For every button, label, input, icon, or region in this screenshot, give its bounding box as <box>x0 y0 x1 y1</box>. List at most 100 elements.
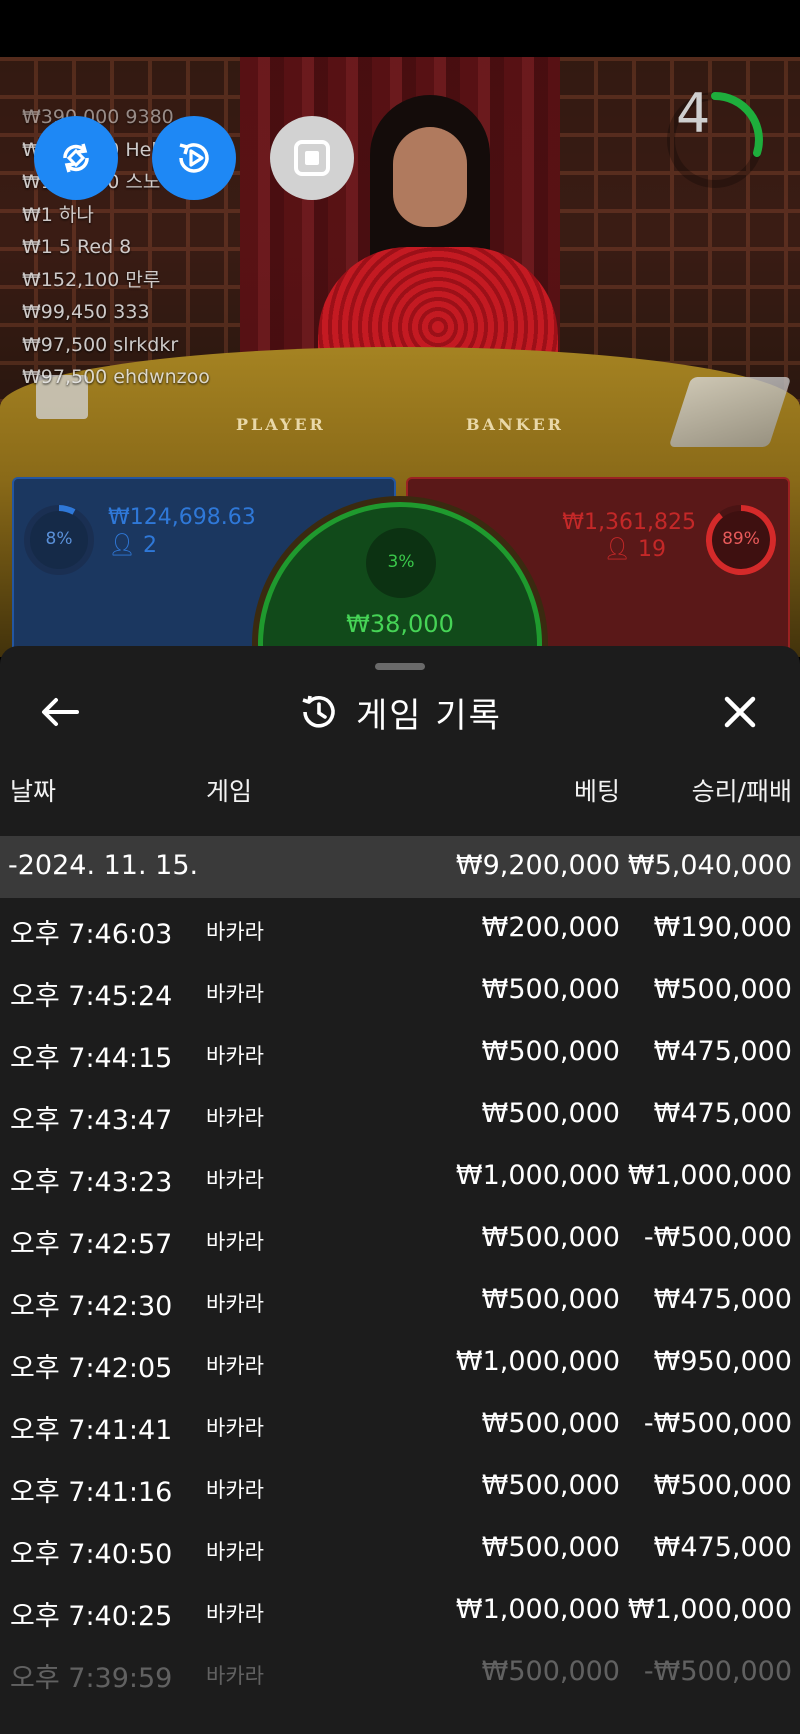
column-date: 날짜 <box>10 777 57 806</box>
history-row[interactable]: 오후 7:39:59 바카라 ₩500,000 -₩500,000 <box>0 1642 800 1704</box>
row-time: 오후 7:41:16 <box>10 1477 173 1508</box>
table-header: 날짜 게임 베팅 승리/패배 <box>0 772 800 812</box>
sheet-header: 게임 기록 <box>298 688 502 736</box>
banker-bettors: 👤︎ 19 <box>603 537 666 562</box>
row-bet: ₩500,000 <box>481 1222 620 1253</box>
tie-percent: 3% <box>387 552 415 572</box>
auto-rotate-button[interactable] <box>34 116 118 200</box>
row-time: 오후 7:45:24 <box>10 981 173 1012</box>
row-bet: ₩200,000 <box>481 912 620 943</box>
date-group-row[interactable]: -2024. 11. 15. ₩9,200,000 ₩5,040,000 <box>0 836 800 898</box>
rotate-icon <box>63 143 89 173</box>
banker-felt-label: BANKER <box>466 415 564 434</box>
history-row[interactable]: 오후 7:42:30 바카라 ₩500,000 ₩475,000 <box>0 1270 800 1332</box>
group-bet-total: ₩9,200,000 <box>455 850 620 881</box>
history-row[interactable]: 오후 7:45:24 바카라 ₩500,000 ₩500,000 <box>0 960 800 1022</box>
row-bet: ₩500,000 <box>481 1656 620 1687</box>
replay-icon <box>179 143 209 173</box>
row-game: 바카라 <box>206 1478 264 1502</box>
row-result: -₩500,000 <box>643 1408 792 1439</box>
row-bet: ₩500,000 <box>481 974 620 1005</box>
banker-percent: 89% <box>722 529 760 549</box>
row-time: 오후 7:46:03 <box>10 919 173 950</box>
history-row[interactable]: 오후 7:44:15 바카라 ₩500,000 ₩475,000 <box>0 1022 800 1084</box>
row-result: ₩475,000 <box>653 1036 792 1067</box>
chat-line: ₩1 하나 <box>22 203 94 226</box>
drag-handle[interactable] <box>375 663 425 670</box>
row-result: -₩500,000 <box>643 1222 792 1253</box>
player-bettor-count: 2 <box>142 533 157 558</box>
status-bar <box>0 0 800 57</box>
banker-bettor-count: 19 <box>638 537 666 562</box>
person-icon: 👤︎ <box>108 533 136 558</box>
row-result: ₩500,000 <box>653 1470 792 1501</box>
chat-line: ₩97,500 slrkdkr <box>22 333 179 356</box>
row-bet: ₩1,000,000 <box>455 1346 620 1377</box>
history-row[interactable]: 오후 7:40:50 바카라 ₩500,000 ₩475,000 <box>0 1518 800 1580</box>
column-bet: 베팅 <box>573 777 620 806</box>
banker-total-amount: ₩1,361,825 <box>562 510 696 535</box>
row-game: 바카라 <box>206 982 264 1006</box>
history-row[interactable]: 오후 7:43:47 바카라 ₩500,000 ₩475,000 <box>0 1084 800 1146</box>
row-time: 오후 7:42:30 <box>10 1291 173 1322</box>
row-bet: ₩500,000 <box>481 1098 620 1129</box>
player-bettors: 👤︎ 2 <box>108 533 157 558</box>
column-result: 승리/패배 <box>691 777 792 806</box>
row-result: ₩475,000 <box>653 1284 792 1315</box>
row-time: 오후 7:40:50 <box>10 1539 173 1570</box>
history-row[interactable]: 오후 7:46:03 바카라 ₩200,000 ₩190,000 <box>0 898 800 960</box>
stop-button[interactable] <box>270 116 354 200</box>
row-result: -₩500,000 <box>643 1656 792 1687</box>
dealer-face <box>393 127 467 227</box>
row-game: 바카라 <box>206 1168 264 1192</box>
history-row[interactable]: 오후 7:42:57 바카라 ₩500,000 -₩500,000 <box>0 1208 800 1270</box>
player-total-amount: ₩124,698.63 <box>108 505 256 530</box>
row-time: 오후 7:43:23 <box>10 1167 173 1198</box>
row-bet: ₩1,000,000 <box>455 1160 620 1191</box>
sheet-title: 게임 기록 <box>356 695 502 736</box>
row-time: 오후 7:44:15 <box>10 1043 173 1074</box>
history-row[interactable]: 오후 7:42:05 바카라 ₩1,000,000 ₩950,000 <box>0 1332 800 1394</box>
row-game: 바카라 <box>206 1416 264 1440</box>
row-bet: ₩500,000 <box>481 1532 620 1563</box>
close-icon <box>724 696 756 728</box>
row-bet: ₩500,000 <box>481 1408 620 1439</box>
row-game: 바카라 <box>206 1540 264 1564</box>
history-icon <box>302 695 335 728</box>
history-row[interactable]: 오후 7:43:23 바카라 ₩1,000,000 ₩1,000,000 <box>0 1146 800 1208</box>
player-percent: 8% <box>45 529 73 549</box>
group-result-total: ₩5,040,000 <box>627 850 792 881</box>
group-date: -2024. 11. 15. <box>8 850 199 881</box>
column-game: 게임 <box>206 777 253 806</box>
row-time: 오후 7:40:25 <box>10 1601 173 1632</box>
chat-line: ₩97,500 ehdwnzoo <box>22 366 210 388</box>
back-button[interactable] <box>38 690 82 734</box>
player-felt-label: PLAYER <box>236 415 326 434</box>
row-result: ₩475,000 <box>653 1532 792 1563</box>
stop-icon <box>294 140 330 176</box>
row-result: ₩1,000,000 <box>627 1594 792 1625</box>
chat-line: ₩99,450 333 <box>22 301 150 323</box>
history-row[interactable]: 오후 7:40:25 바카라 ₩1,000,000 ₩1,000,000 <box>0 1580 800 1642</box>
history-row[interactable]: 오후 7:41:41 바카라 ₩500,000 -₩500,000 <box>0 1394 800 1456</box>
row-result: ₩500,000 <box>653 974 792 1005</box>
row-result: ₩475,000 <box>653 1098 792 1129</box>
person-icon: 👤︎ <box>603 537 631 562</box>
row-game: 바카라 <box>206 1292 264 1316</box>
tie-total-amount: ₩38,000 <box>346 610 454 638</box>
row-time: 오후 7:39:59 <box>10 1663 173 1694</box>
history-row[interactable]: 오후 7:41:16 바카라 ₩500,000 ₩500,000 <box>0 1456 800 1518</box>
row-time: 오후 7:42:57 <box>10 1229 173 1260</box>
row-result: ₩190,000 <box>653 912 792 943</box>
row-time: 오후 7:42:05 <box>10 1353 173 1384</box>
close-button[interactable] <box>718 690 762 734</box>
row-game: 바카라 <box>206 1230 264 1254</box>
row-bet: ₩500,000 <box>481 1470 620 1501</box>
arrow-left-icon <box>42 698 79 726</box>
replay-button[interactable] <box>152 116 236 200</box>
row-time: 오후 7:43:47 <box>10 1105 173 1136</box>
row-game: 바카라 <box>206 1044 264 1068</box>
row-game: 바카라 <box>206 920 264 944</box>
row-result: ₩950,000 <box>653 1346 792 1377</box>
row-bet: ₩500,000 <box>481 1036 620 1067</box>
